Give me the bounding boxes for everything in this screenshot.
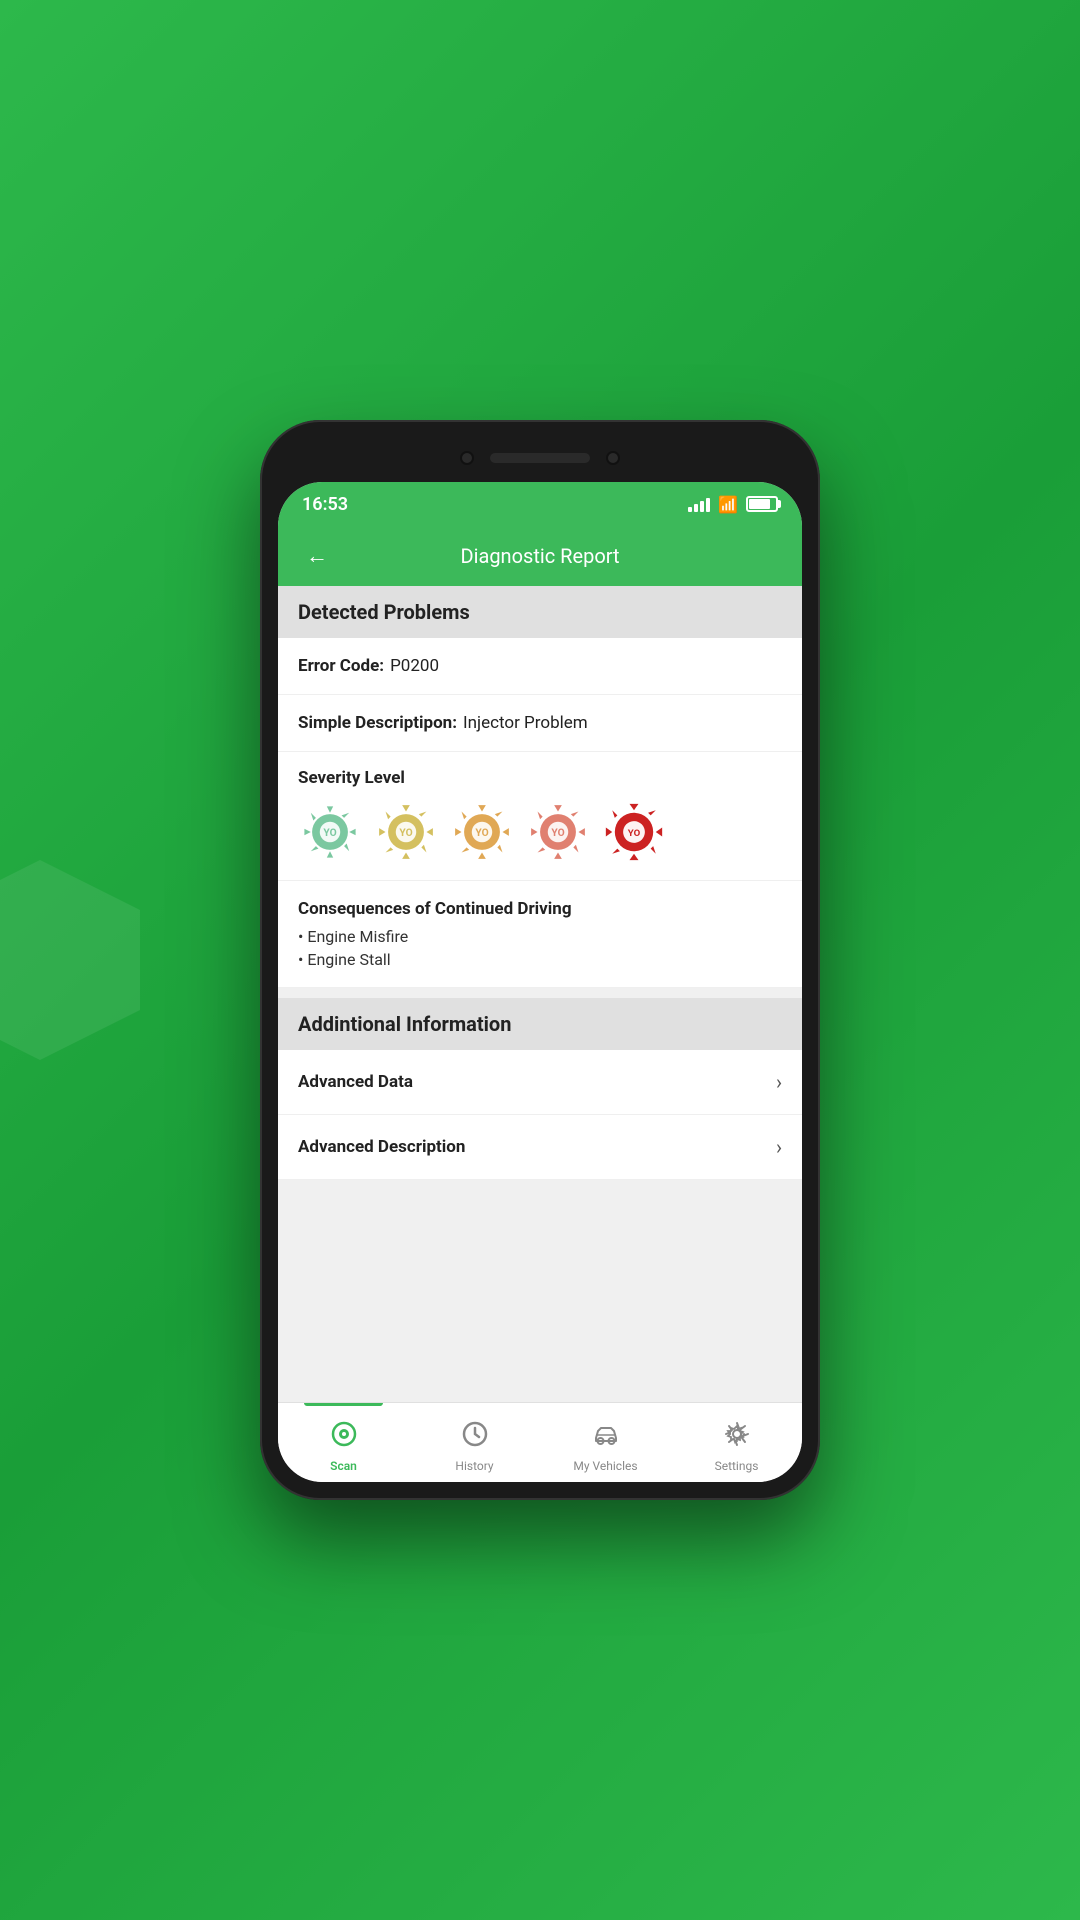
main-content: Detected Problems Error Code: P0200 Simp… (278, 586, 802, 1402)
svg-text:YO: YO (628, 828, 641, 839)
severity-icons: YO (298, 800, 782, 864)
advanced-description-label: Advanced Description (298, 1137, 465, 1157)
battery-fill (749, 499, 770, 509)
app-header: ← Diagnostic Report (278, 526, 802, 586)
signal-icon (688, 496, 710, 512)
nav-settings-label: Settings (715, 1459, 759, 1473)
error-code-label: Error Code: (298, 656, 384, 676)
phone-notch (278, 438, 802, 478)
svg-text:YO: YO (475, 826, 488, 839)
detected-problems-card: Error Code: P0200 Simple Descriptipon: I… (278, 638, 802, 988)
phone-frame: 16:53 📶 ← Diagnostic Rep (260, 420, 820, 1500)
wifi-icon: 📶 (718, 495, 738, 514)
bottom-nav: Scan History (278, 1402, 802, 1482)
svg-text:YO: YO (323, 826, 336, 839)
battery-icon (746, 496, 778, 512)
nav-history-label: History (455, 1459, 493, 1473)
advanced-data-chevron: › (776, 1070, 782, 1094)
nav-my-vehicles-label: My Vehicles (573, 1459, 637, 1473)
additional-info-header: Addintional Information (278, 998, 802, 1050)
simple-desc-row: Simple Descriptipon: Injector Problem (278, 695, 802, 752)
additional-info-title: Addintional Information (298, 1012, 511, 1036)
advanced-description-row[interactable]: Advanced Description › (278, 1115, 802, 1180)
outer-background: 16:53 📶 ← Diagnostic Rep (0, 0, 1080, 1920)
severity-label: Severity Level (298, 768, 782, 788)
severity-gear-5: YO (602, 800, 666, 864)
scan-icon (330, 1420, 358, 1455)
advanced-data-label: Advanced Data (298, 1072, 413, 1092)
nav-history[interactable]: History (409, 1403, 540, 1482)
simple-desc-value: Injector Problem (463, 713, 588, 733)
phone-screen: 16:53 📶 ← Diagnostic Rep (278, 482, 802, 1482)
consequence-2: • Engine Stall (298, 950, 782, 969)
advanced-data-row[interactable]: Advanced Data › (278, 1050, 802, 1115)
severity-gear-1: YO (298, 800, 362, 864)
nav-settings[interactable]: Settings (671, 1403, 802, 1482)
severity-row: Severity Level YO (278, 752, 802, 881)
camera-left (460, 451, 474, 465)
back-button[interactable]: ← (298, 535, 336, 577)
severity-gear-2: YO (374, 800, 438, 864)
nav-scan-label: Scan (330, 1459, 357, 1473)
history-icon (461, 1420, 489, 1455)
svg-text:YO: YO (399, 826, 412, 839)
detected-problems-title: Detected Problems (298, 600, 470, 624)
header-title: Diagnostic Report (460, 544, 619, 568)
settings-icon (723, 1420, 751, 1455)
status-time: 16:53 (302, 494, 348, 515)
my-vehicles-icon (592, 1420, 620, 1455)
camera-right (606, 451, 620, 465)
additional-info-card: Advanced Data › Advanced Description › (278, 1050, 802, 1180)
severity-gear-4: YO (526, 800, 590, 864)
section-gap (278, 988, 802, 998)
svg-text:YO: YO (551, 826, 564, 839)
nav-my-vehicles[interactable]: My Vehicles (540, 1403, 671, 1482)
severity-gear-3: YO (450, 800, 514, 864)
status-bar: 16:53 📶 (278, 482, 802, 526)
consequences-row: Consequences of Continued Driving • Engi… (278, 881, 802, 988)
consequence-1: • Engine Misfire (298, 927, 782, 946)
detected-problems-header: Detected Problems (278, 586, 802, 638)
nav-scan[interactable]: Scan (278, 1403, 409, 1482)
advanced-description-chevron: › (776, 1135, 782, 1159)
error-code-value: P0200 (390, 656, 439, 676)
speaker (490, 453, 590, 463)
error-code-row: Error Code: P0200 (278, 638, 802, 695)
status-icons: 📶 (688, 495, 778, 514)
simple-desc-label: Simple Descriptipon: (298, 713, 457, 733)
consequences-title: Consequences of Continued Driving (298, 899, 782, 919)
